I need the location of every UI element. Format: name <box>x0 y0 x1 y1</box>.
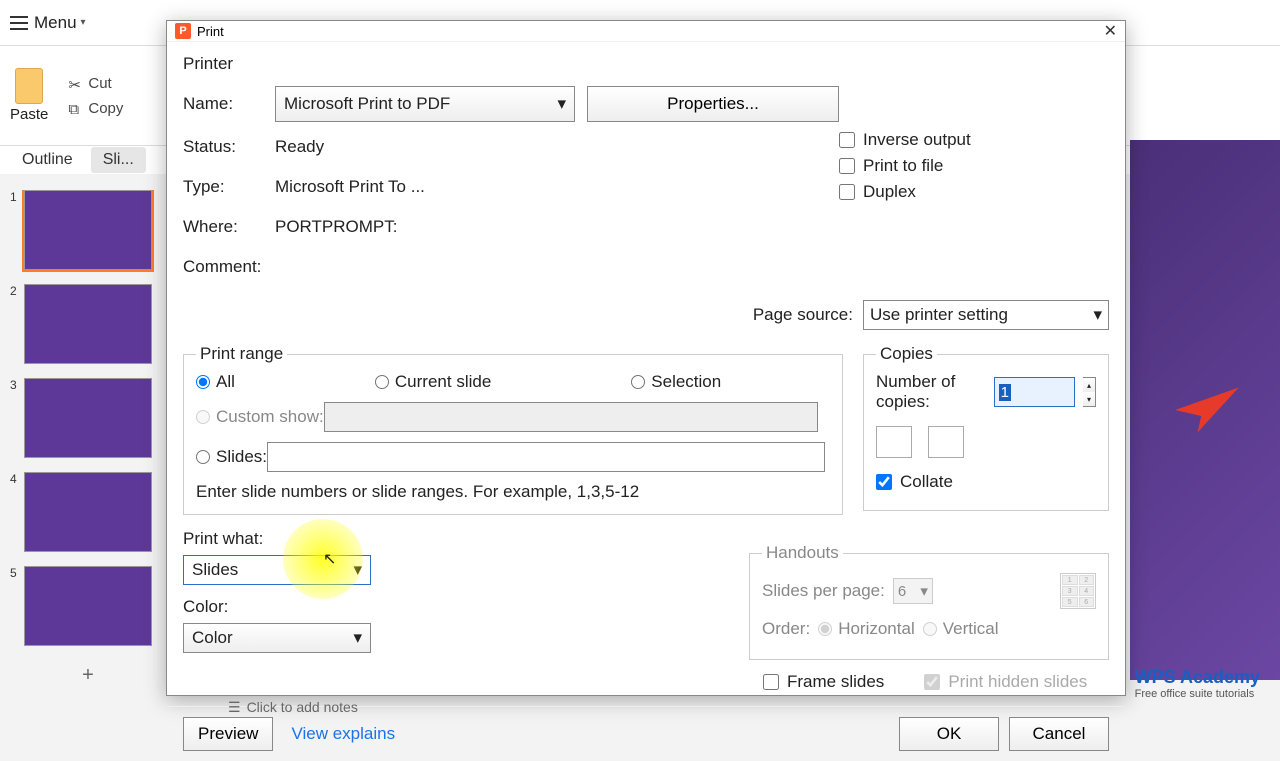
copies-fieldset: Copies Number of copies: 1 ▴▾ Collate <box>863 344 1109 511</box>
tab-outline[interactable]: Outline <box>10 147 85 173</box>
notes-bar[interactable]: ☰ Click to add notes <box>228 694 358 720</box>
slide-thumb-1[interactable] <box>24 190 152 270</box>
range-current-radio[interactable]: Current slide <box>375 372 491 392</box>
status-value: Ready <box>275 137 324 157</box>
print-what-label: Print what: <box>183 529 383 549</box>
range-custom-radio: Custom show: <box>196 407 324 427</box>
color-select[interactable]: Color▾ <box>183 623 371 653</box>
copies-input[interactable]: 1 <box>994 377 1076 407</box>
slide-thumb-4[interactable] <box>24 472 152 552</box>
print-to-file-checkbox[interactable]: Print to file <box>839 156 1109 176</box>
slides-input[interactable] <box>267 442 825 472</box>
printer-section: Printer <box>183 54 1109 74</box>
copies-spinner[interactable]: ▴▾ <box>1083 377 1096 407</box>
chevron-down-icon[interactable]: ▾ <box>81 17 86 28</box>
close-icon[interactable]: ✕ <box>1104 21 1117 41</box>
cursor-icon: ↖ <box>323 549 336 569</box>
slide-thumb-2[interactable] <box>24 284 152 364</box>
print-dialog: P Print ✕ Printer Name: Microsoft Print … <box>166 20 1126 696</box>
spp-label: Slides per page: <box>762 581 885 601</box>
collate-checkbox[interactable]: Collate <box>876 472 1096 492</box>
range-hint: Enter slide numbers or slide ranges. For… <box>196 482 830 502</box>
menu-label[interactable]: Menu <box>34 13 77 33</box>
view-explains-link[interactable]: View explains <box>291 724 395 744</box>
dialog-title: Print <box>197 24 224 39</box>
handouts-fieldset: Handouts Slides per page: 6▾ 123456 Orde… <box>749 543 1109 660</box>
cancel-button[interactable]: Cancel <box>1009 717 1109 751</box>
inverse-output-checkbox[interactable]: Inverse output <box>839 130 1109 150</box>
copies-label: Number of copies: <box>876 372 986 412</box>
cut-button[interactable]: ✂Cut <box>68 75 111 92</box>
paste-button[interactable]: Paste <box>10 106 48 123</box>
copy-button[interactable]: ⧉Copy <box>68 100 123 117</box>
collate-icon <box>876 426 912 458</box>
paste-icon[interactable] <box>15 68 43 104</box>
preview-button[interactable]: Preview <box>183 717 273 751</box>
range-all-radio[interactable]: All <box>196 372 235 392</box>
ok-button[interactable]: OK <box>899 717 999 751</box>
add-slide-button[interactable]: + <box>24 660 152 690</box>
page-source-label: Page source: <box>753 305 853 325</box>
color-label: Color: <box>183 597 383 617</box>
order-vertical-radio: Vertical <box>923 619 999 639</box>
page-source-select[interactable]: Use printer setting▾ <box>863 300 1109 330</box>
chevron-down-icon: ▾ <box>1093 305 1102 325</box>
print-range-fieldset: Print range All Current slide Selection … <box>183 344 843 515</box>
slides-per-page-select: 6▾ <box>893 578 933 604</box>
duplex-checkbox[interactable]: Duplex <box>839 182 1109 202</box>
wps-academy-logo: WPS Academy Free office suite tutorials <box>1135 667 1260 700</box>
tab-slides[interactable]: Sli... <box>91 147 146 173</box>
print-hidden-checkbox: Print hidden slides <box>924 672 1087 692</box>
range-selection-radio[interactable]: Selection <box>631 372 721 392</box>
order-horizontal-radio: Horizontal <box>818 619 915 639</box>
custom-show-select <box>324 402 818 432</box>
chevron-down-icon: ▾ <box>353 560 362 580</box>
slide-canvas <box>1130 140 1280 680</box>
where-value: PORTPROMPT: <box>275 217 397 237</box>
properties-button[interactable]: Properties... <box>587 86 839 122</box>
chevron-down-icon: ▾ <box>353 628 362 648</box>
slide-thumb-5[interactable] <box>24 566 152 646</box>
app-icon: P <box>175 23 191 39</box>
print-what-select[interactable]: Slides▾ <box>183 555 371 585</box>
slide-thumb-3[interactable] <box>24 378 152 458</box>
hamburger-icon[interactable] <box>10 16 28 30</box>
name-label: Name: <box>183 94 275 114</box>
handout-preview-icon: 123456 <box>1060 573 1096 609</box>
collate-icon <box>928 426 964 458</box>
printer-name-select[interactable]: Microsoft Print to PDF▾ <box>275 86 575 122</box>
frame-slides-checkbox[interactable]: Frame slides <box>763 672 884 692</box>
type-value: Microsoft Print To ... <box>275 177 425 197</box>
range-slides-radio[interactable]: Slides: <box>196 447 267 467</box>
chevron-down-icon: ▾ <box>557 94 566 114</box>
